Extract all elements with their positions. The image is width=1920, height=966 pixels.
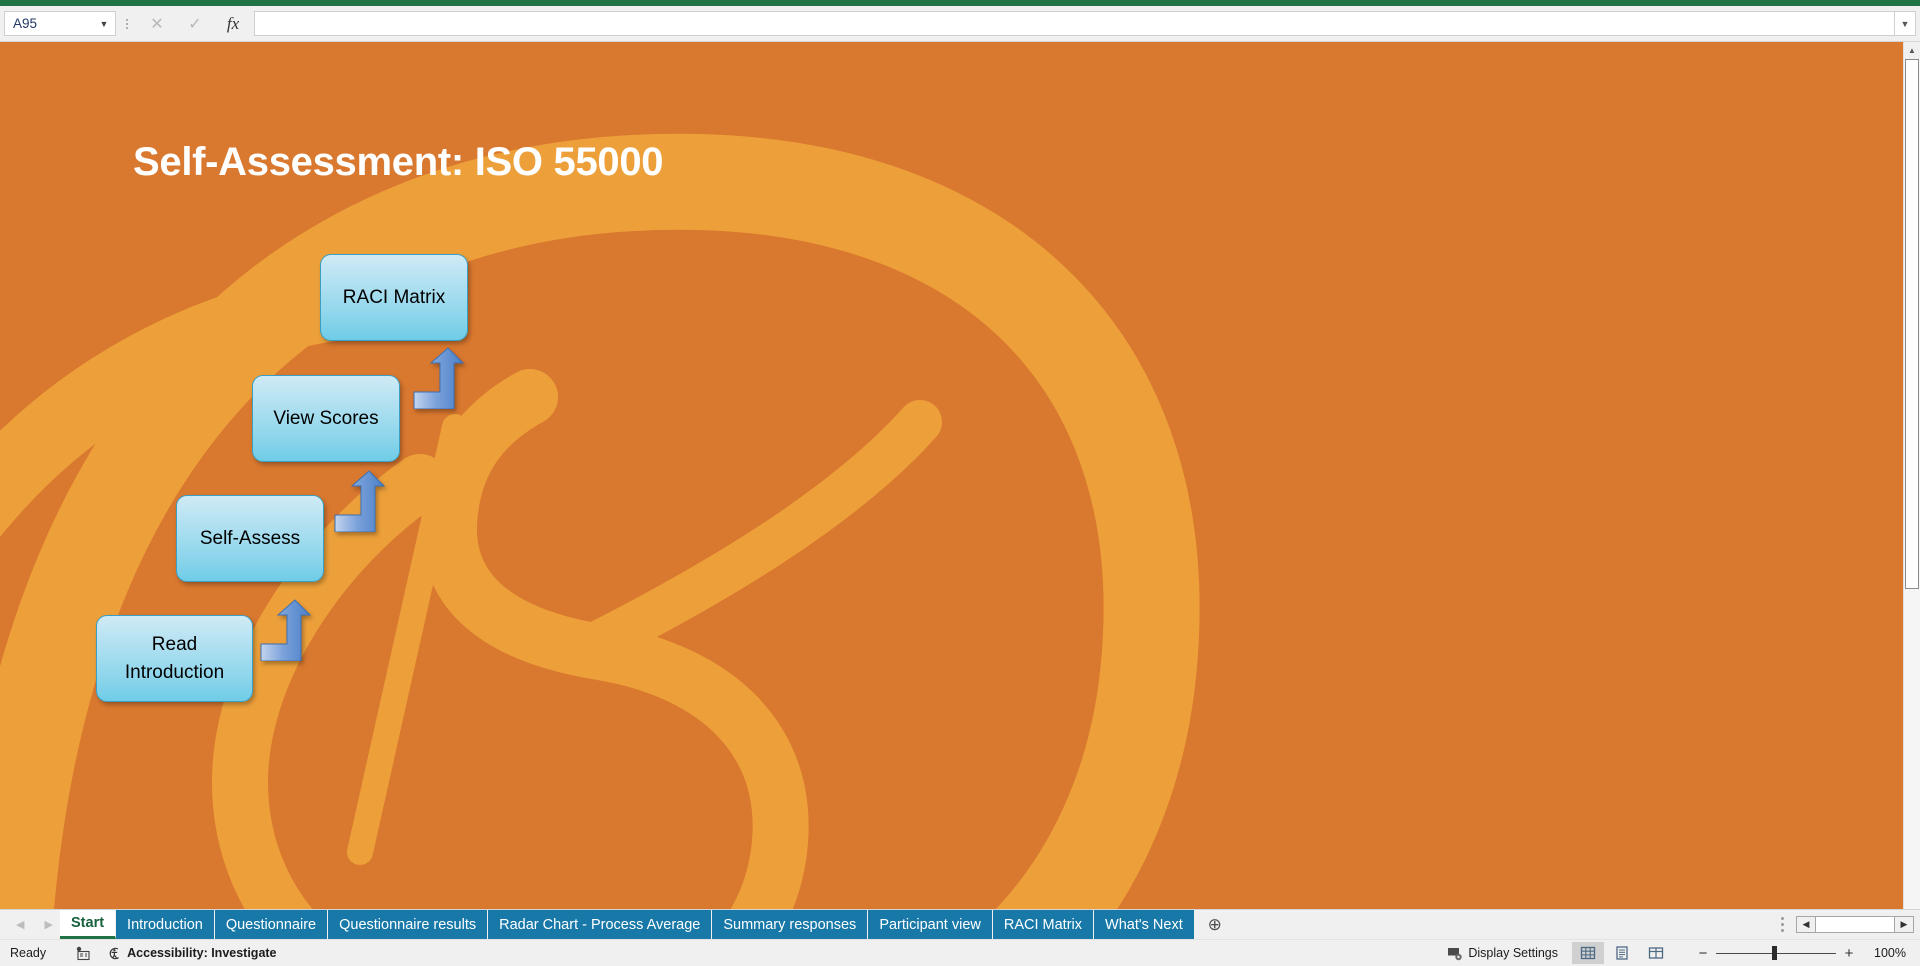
status-bar: Ready Accessibility: Investigate Display…: [0, 939, 1920, 966]
vertical-scrollbar-thumb[interactable]: [1904, 59, 1919, 589]
minus-icon[interactable]: −: [1690, 945, 1716, 962]
sheet-tab-label: RACI Matrix: [1003, 916, 1083, 933]
formula-action-buttons: ✕ ✓ fx: [138, 11, 252, 36]
chevron-down-icon[interactable]: ▼: [97, 19, 111, 29]
formula-bar-row: A95 ▼ ✕ ✓ fx ▼: [0, 6, 1920, 42]
sheet-tab-label: Introduction: [127, 916, 203, 933]
horizontal-scrollbar-track[interactable]: [1816, 916, 1894, 933]
macro-record-icon[interactable]: [72, 946, 94, 961]
sheet-tab-introduction[interactable]: Introduction: [116, 910, 215, 939]
view-buttons: [1572, 942, 1672, 964]
horizontal-scrollbar[interactable]: ◀ ▶: [1796, 910, 1920, 939]
sheet-tab-label: Summary responses: [723, 916, 857, 933]
accessibility-status[interactable]: Accessibility: Investigate: [94, 946, 277, 961]
sheet-tab-label: Questionnaire results: [339, 916, 477, 933]
page-break-preview-button[interactable]: [1640, 942, 1672, 964]
sheet-nav-arrows[interactable]: ◀ ▶: [0, 910, 60, 939]
sheet-tab-participant-view[interactable]: Participant view: [868, 910, 993, 939]
check-icon[interactable]: ✓: [176, 11, 214, 36]
bent-up-arrow-icon: [259, 599, 311, 661]
sheet-tab-questionnaire[interactable]: Questionnaire: [214, 910, 329, 939]
shape-view-scores[interactable]: View Scores: [252, 375, 400, 462]
vertical-scrollbar[interactable]: ▲: [1903, 42, 1920, 909]
split-handle-icon[interactable]: [1769, 910, 1796, 939]
zoom-slider-thumb[interactable]: [1772, 946, 1777, 960]
sheet-tab-radar-chart-process-average[interactable]: Radar Chart - Process Average: [488, 910, 713, 939]
triangle-left-icon[interactable]: ◀: [1796, 916, 1816, 933]
sheet-tab-label: Participant view: [879, 916, 981, 933]
display-settings-icon: [1447, 946, 1464, 961]
accessibility-label: Accessibility: Investigate: [127, 946, 277, 960]
sheet-tabs: Start Introduction Questionnaire Questio…: [60, 910, 1195, 939]
page-title: Self-Assessment: ISO 55000: [133, 140, 664, 184]
shape-self-assess[interactable]: Self-Assess: [176, 495, 324, 582]
sheet-tab-whats-next[interactable]: What's Next: [1094, 910, 1195, 939]
sheet-tab-start[interactable]: Start: [60, 910, 117, 939]
sheet-tab-summary-responses[interactable]: Summary responses: [712, 910, 869, 939]
display-settings-label: Display Settings: [1468, 946, 1558, 960]
bent-up-arrow-icon: [412, 347, 464, 409]
sheet-tab-label: What's Next: [1105, 916, 1183, 933]
sheet-tab-questionnaire-results[interactable]: Questionnaire results: [328, 910, 489, 939]
sheet-tab-label: Radar Chart - Process Average: [499, 916, 701, 933]
shape-label: RACI Matrix: [342, 286, 446, 308]
page-layout-view-button[interactable]: [1606, 942, 1638, 964]
sheet-tab-label: Start: [71, 915, 105, 931]
sheet-tab-label: Questionnaire: [225, 916, 317, 933]
sheet-tab-raci-matrix[interactable]: RACI Matrix: [992, 910, 1095, 939]
close-icon[interactable]: ✕: [138, 11, 176, 36]
shape-label-line1: Read: [151, 633, 198, 655]
name-box[interactable]: A95 ▼: [4, 11, 116, 36]
zoom-control: − + 100%: [1672, 945, 1912, 962]
sheet-tab-bar: ◀ ▶ Start Introduction Questionnaire Que…: [0, 909, 1920, 939]
shape-label-line2: Introduction: [124, 661, 225, 683]
chevron-down-icon[interactable]: ▼: [1894, 11, 1916, 36]
triangle-up-icon[interactable]: ▲: [1903, 42, 1920, 59]
accessibility-icon: [106, 946, 121, 961]
shape-read-introduction[interactable]: Read Introduction: [96, 615, 253, 702]
bent-up-arrow-icon: [333, 470, 385, 532]
slide-canvas[interactable]: Self-Assessment: ISO 55000 RACI Matrix V…: [0, 42, 1903, 909]
name-box-value: A95: [13, 16, 38, 31]
chevron-right-icon[interactable]: ▶: [44, 918, 52, 931]
worksheet-area: Self-Assessment: ISO 55000 RACI Matrix V…: [0, 42, 1920, 909]
fx-icon[interactable]: fx: [214, 11, 252, 36]
shape-label: Self-Assess: [199, 527, 301, 549]
plus-circle-icon[interactable]: ⊕: [1195, 910, 1235, 939]
zoom-level-label: 100%: [1874, 946, 1906, 960]
shape-label: View Scores: [273, 407, 379, 429]
zoom-slider[interactable]: [1716, 946, 1836, 960]
plus-icon[interactable]: +: [1836, 945, 1862, 962]
formula-bar-separator: [116, 13, 138, 35]
tab-bar-spacer: [1235, 910, 1769, 939]
formula-input[interactable]: [254, 11, 1894, 36]
triangle-right-icon[interactable]: ▶: [1894, 916, 1914, 933]
display-settings-button[interactable]: Display Settings: [1447, 946, 1572, 961]
vertical-scrollbar-track[interactable]: [1903, 59, 1920, 909]
normal-view-button[interactable]: [1572, 942, 1604, 964]
shape-raci-matrix[interactable]: RACI Matrix: [320, 254, 468, 341]
chevron-left-icon[interactable]: ◀: [16, 918, 24, 931]
status-text: Ready: [10, 946, 47, 960]
